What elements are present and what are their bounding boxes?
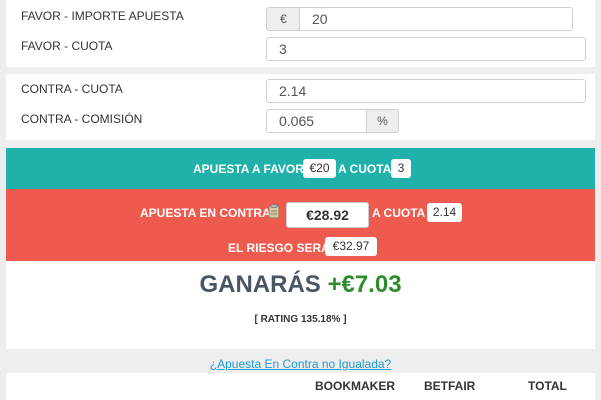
back-stake-pill: €20 xyxy=(303,159,336,178)
risk-pill: €32.97 xyxy=(325,237,377,256)
back-summary-band: APUESTA A FAVOR €20 A CUOTA 3 xyxy=(6,148,595,189)
back-odds-pill: 3 xyxy=(391,159,411,178)
lay-commission-label: CONTRA - COMISIÓN xyxy=(21,112,143,126)
back-odds-input[interactable]: 3 xyxy=(266,37,586,61)
rating-text: [ RATING 135.18% ] xyxy=(254,314,347,325)
copy-icon[interactable] xyxy=(268,204,280,219)
lay-odds-prefix: A CUOTA xyxy=(372,206,426,220)
risk-prefix: EL RIESGO SERÁ xyxy=(228,241,330,255)
col-header-bookmaker: BOOKMAKER xyxy=(315,379,395,393)
col-header-total: TOTAL xyxy=(528,379,567,393)
percent-addon: % xyxy=(366,109,399,133)
lay-odds-pill: 2.14 xyxy=(427,203,462,222)
profit-line: GANARÁS +€7.03 xyxy=(6,271,595,299)
lay-commission-input[interactable]: 0.065 xyxy=(266,109,367,133)
back-odds-prefix: A CUOTA xyxy=(338,162,392,176)
profit-panel: GANARÁS +€7.03 [ RATING 135.18% ] xyxy=(6,261,595,349)
breakdown-table: BOOKMAKER BETFAIR TOTAL xyxy=(6,373,595,400)
back-odds-label: FAVOR - CUOTA xyxy=(21,39,113,53)
currency-addon: € xyxy=(266,7,300,31)
back-bet-panel: FAVOR - IMPORTE APUESTA € 20 FAVOR - CUO… xyxy=(6,0,595,67)
win-label: GANARÁS xyxy=(199,271,321,298)
lay-bet-panel: CONTRA - CUOTA 2.14 CONTRA - COMISIÓN 0.… xyxy=(6,74,595,140)
back-summary-prefix: APUESTA A FAVOR xyxy=(193,162,304,176)
underlay-link[interactable]: ¿Apuesta En Contra no Igualada? xyxy=(0,357,601,371)
lay-stake-box[interactable]: €28.92 xyxy=(286,202,369,228)
back-stake-label: FAVOR - IMPORTE APUESTA xyxy=(21,9,184,23)
win-value: +€7.03 xyxy=(327,271,402,298)
lay-odds-input[interactable]: 2.14 xyxy=(266,79,586,103)
col-header-betfair: BETFAIR xyxy=(424,379,476,393)
lay-odds-label: CONTRA - CUOTA xyxy=(21,82,123,96)
back-stake-input[interactable]: 20 xyxy=(299,7,573,31)
lay-summary-band: APUESTA EN CONTRA €28.92 A CUOTA 2.14 EL… xyxy=(6,189,595,261)
lay-summary-prefix: APUESTA EN CONTRA xyxy=(140,206,271,220)
